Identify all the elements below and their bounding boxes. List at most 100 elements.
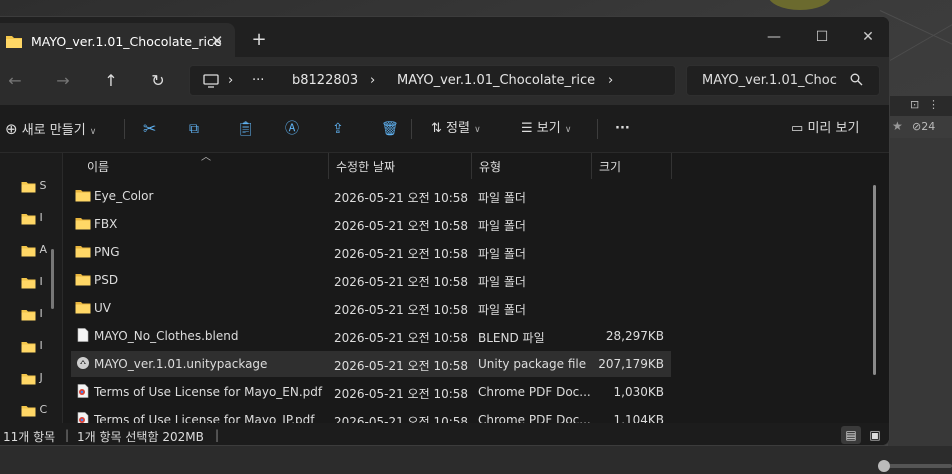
lock-icon[interactable]: ⊡ bbox=[910, 98, 919, 111]
folder-icon bbox=[21, 245, 36, 256]
divider bbox=[411, 119, 412, 139]
sidebar-item[interactable]: A bbox=[21, 243, 61, 259]
search-icon[interactable] bbox=[850, 73, 863, 86]
navigation-pane: S I A I I I J C bbox=[0, 153, 63, 423]
file-name: Terms of Use License for Mayo_EN.pdf bbox=[94, 385, 323, 399]
sidebar-item[interactable]: I bbox=[21, 211, 61, 227]
folder-icon bbox=[21, 309, 36, 320]
view-list-icon: ☰ bbox=[521, 121, 533, 136]
share-icon[interactable]: ⇪ bbox=[332, 117, 344, 141]
new-button[interactable]: ⊕ 새로 만들기 ∨ bbox=[5, 117, 96, 141]
breadcrumb-separator: › bbox=[228, 73, 234, 88]
details-view-icon[interactable]: ▤ bbox=[841, 426, 861, 444]
breadcrumb-current-folder[interactable]: MAYO_ver.1.01_Chocolate_rice bbox=[397, 73, 595, 88]
file-row[interactable]: MAYO_No_Clothes.blend 2026-05-21 오전 10:58… bbox=[71, 323, 671, 349]
sidebar-scrollbar[interactable] bbox=[51, 249, 54, 309]
status-bar: 11개 항목 | 1개 항목 선택함 202MB | ▤ ▣ bbox=[0, 423, 889, 445]
file-name: PNG bbox=[94, 245, 120, 259]
item-count: 11개 항목 bbox=[3, 430, 56, 444]
folder-icon bbox=[21, 277, 36, 288]
column-divider[interactable] bbox=[591, 153, 592, 179]
minimize-button[interactable]: — bbox=[751, 23, 797, 51]
view-button[interactable]: ☰ 보기 ∨ bbox=[521, 117, 571, 141]
sort-ascending-caret-icon: ︿ bbox=[201, 153, 211, 163]
sidebar-item[interactable]: I bbox=[21, 339, 61, 355]
search-box[interactable]: MAYO_ver.1.01_Choc bbox=[686, 65, 880, 96]
file-row[interactable]: PNG 2026-05-21 오전 10:58 파일 폴더 bbox=[71, 239, 671, 265]
file-row[interactable]: MAYO_ver.1.01.unitypackage 2026-05-21 오전 … bbox=[71, 351, 671, 377]
file-name: Terms of Use License for Mayo_JP.pdf bbox=[94, 413, 315, 423]
sidebar-item[interactable]: I bbox=[21, 275, 61, 291]
column-type[interactable]: 유형 bbox=[479, 158, 501, 175]
status-divider: | bbox=[215, 428, 220, 442]
search-input[interactable]: MAYO_ver.1.01_Choc bbox=[702, 73, 848, 88]
close-tab-button[interactable]: ✕ bbox=[207, 31, 227, 51]
preview-pane-button[interactable]: ▭ 미리 보기 bbox=[791, 117, 859, 141]
tab-title: MAYO_ver.1.01_Chocolate_rice bbox=[31, 34, 222, 49]
command-bar: ⊕ 새로 만들기 ∨ ✂ ⧉ 📋︎ Ⓐ ⇪ 🗑︎ ⇅ 정렬 ∨ ☰ 보기 ∨ ·… bbox=[0, 105, 889, 153]
folder-icon bbox=[21, 213, 36, 224]
file-name: Eye_Color bbox=[94, 189, 154, 203]
sidebar-item[interactable]: I bbox=[21, 307, 61, 323]
file-type: 파일 폴더 bbox=[478, 303, 526, 317]
file-row[interactable]: PSD 2026-05-21 오전 10:58 파일 폴더 bbox=[71, 267, 671, 293]
large-icons-view-icon[interactable]: ▣ bbox=[865, 426, 885, 444]
address-bar[interactable]: › ··· b8122803 › MAYO_ver.1.01_Chocolate… bbox=[189, 65, 676, 96]
file-date: 2026-05-21 오전 10:58 bbox=[334, 275, 469, 289]
back-arrow-icon[interactable]: ← bbox=[3, 69, 27, 93]
folder-icon bbox=[21, 181, 36, 192]
maximize-button[interactable]: ☐ bbox=[799, 23, 845, 51]
column-divider[interactable] bbox=[671, 153, 672, 179]
file-list-scrollbar[interactable] bbox=[873, 185, 876, 375]
file-type: Chrome PDF Doc... bbox=[478, 413, 591, 423]
divider bbox=[124, 119, 125, 139]
folder-icon bbox=[21, 341, 36, 352]
sort-button[interactable]: ⇅ 정렬 ∨ bbox=[431, 117, 481, 141]
copy-icon[interactable]: ⧉ bbox=[189, 117, 199, 141]
file-row[interactable]: UV 2026-05-21 오전 10:58 파일 폴더 bbox=[71, 295, 671, 321]
file-row[interactable]: Eye_Color 2026-05-21 오전 10:58 파일 폴더 bbox=[71, 183, 671, 209]
see-more-button[interactable]: ··· bbox=[615, 117, 630, 141]
column-divider[interactable] bbox=[471, 153, 472, 179]
column-header: ︿ 이름 수정한 날짜 유형 크기 bbox=[63, 153, 883, 179]
column-divider[interactable] bbox=[328, 153, 329, 179]
folder-icon bbox=[6, 36, 22, 48]
sidebar-item[interactable]: J bbox=[21, 371, 61, 387]
column-size[interactable]: 크기 bbox=[599, 158, 621, 175]
column-date-modified[interactable]: 수정한 날짜 bbox=[336, 158, 395, 175]
tab-current-folder[interactable]: MAYO_ver.1.01_Chocolate_rice ✕ bbox=[0, 23, 235, 57]
menu-icon[interactable]: ⋮ bbox=[928, 98, 939, 111]
hidden-count-label: 24 bbox=[921, 120, 936, 133]
breadcrumb-separator[interactable]: › bbox=[608, 73, 613, 88]
column-name[interactable]: 이름 bbox=[87, 158, 109, 175]
delete-icon[interactable]: 🗑︎ bbox=[381, 117, 399, 141]
file-type: 파일 폴더 bbox=[478, 275, 526, 289]
up-arrow-icon[interactable]: ↑ bbox=[99, 69, 123, 93]
forward-arrow-icon[interactable]: → bbox=[51, 69, 75, 93]
sidebar-item[interactable]: S bbox=[21, 179, 61, 195]
star-icon[interactable]: ★ bbox=[892, 119, 903, 133]
file-name: UV bbox=[94, 301, 111, 315]
unity-package-icon bbox=[77, 357, 89, 369]
file-type: 파일 폴더 bbox=[478, 247, 526, 261]
file-row[interactable]: FBX 2026-05-21 오전 10:58 파일 폴더 bbox=[71, 211, 671, 237]
close-window-button[interactable]: ✕ bbox=[845, 23, 889, 51]
file-name: MAYO_ver.1.01.unitypackage bbox=[94, 357, 268, 371]
breadcrumb-ellipsis[interactable]: ··· bbox=[252, 73, 264, 88]
refresh-icon[interactable]: ↻ bbox=[146, 69, 170, 93]
sidebar-item[interactable]: C bbox=[21, 403, 61, 419]
folder-icon bbox=[75, 274, 91, 286]
file-row[interactable]: Terms of Use License for Mayo_EN.pdf 2026… bbox=[71, 379, 671, 405]
breadcrumb-b8122803[interactable]: b8122803 bbox=[292, 73, 358, 88]
folder-icon bbox=[75, 246, 91, 258]
zoom-slider-knob[interactable] bbox=[878, 460, 890, 472]
rename-icon[interactable]: Ⓐ bbox=[285, 117, 299, 141]
file-date: 2026-05-21 오전 10:58 bbox=[334, 303, 469, 317]
file-type: Unity package file bbox=[478, 357, 587, 371]
paste-icon[interactable]: 📋︎ bbox=[237, 117, 255, 141]
cut-icon[interactable]: ✂ bbox=[143, 117, 156, 141]
file-row[interactable]: Terms of Use License for Mayo_JP.pdf 2026… bbox=[71, 407, 671, 423]
preview-pane-label: 미리 보기 bbox=[807, 121, 860, 136]
hidden-count[interactable]: ⊘24 bbox=[912, 120, 935, 133]
new-tab-button[interactable]: + bbox=[249, 30, 269, 50]
